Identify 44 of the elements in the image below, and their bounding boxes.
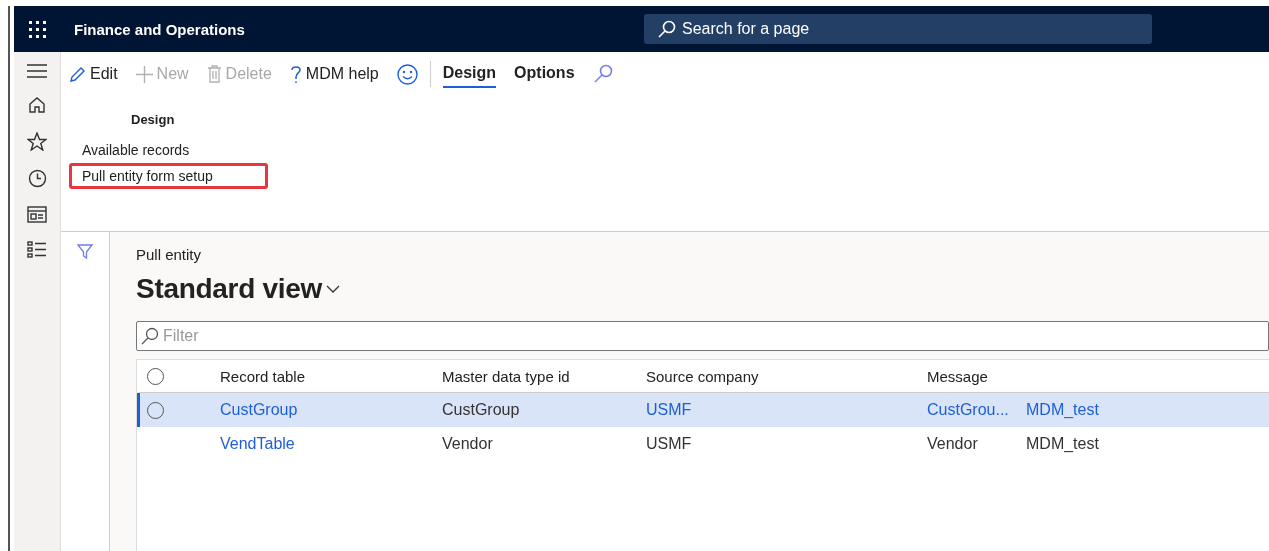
table-link[interactable]: CustGroup — [220, 401, 442, 419]
table-cell-text: Vendor — [442, 435, 494, 453]
home-icon[interactable] — [28, 96, 46, 114]
clock-icon[interactable] — [27, 169, 47, 188]
filter-icon[interactable] — [77, 244, 93, 260]
column-header[interactable]: Source company — [646, 367, 927, 385]
table-cell-text: MDM_test — [1026, 435, 1100, 453]
table-cell-text: USMF — [646, 435, 693, 453]
table-link[interactable]: VendTable — [220, 435, 442, 453]
help-button[interactable]: MDM help — [289, 64, 379, 84]
plus-icon — [135, 65, 153, 83]
filter-field[interactable]: Filter — [136, 321, 1269, 351]
menu-icon[interactable] — [27, 64, 47, 78]
edit-button[interactable]: Edit — [69, 65, 118, 83]
search-icon[interactable] — [592, 64, 613, 84]
page-caption: Pull entity — [136, 246, 203, 263]
chevron-down-icon[interactable] — [325, 285, 340, 293]
view-title[interactable]: Standard view — [136, 273, 322, 305]
star-icon[interactable] — [27, 132, 47, 151]
search-icon — [658, 20, 676, 38]
pencil-icon — [69, 65, 86, 83]
table-cell-text: Vendor — [927, 435, 979, 453]
smiley-icon[interactable] — [396, 63, 418, 85]
tab[interactable]: Options — [514, 60, 575, 88]
menu-item[interactable]: Available records — [69, 137, 203, 163]
app-title: Finance and Operations — [74, 20, 246, 38]
menu-item[interactable]: Pull entity form setup — [69, 163, 268, 189]
column-header[interactable]: Message — [927, 367, 1026, 385]
table-row[interactable]: CustGroup CustGroup USMF CustGrou... MDM_test — [137, 393, 1269, 427]
table-row[interactable]: VendTable Vendor USMF Vendor MDM_test — [137, 427, 1269, 461]
search-field[interactable]: Search for a page — [644, 14, 1152, 44]
app-launcher-icon[interactable] — [28, 20, 46, 38]
workspace-icon[interactable] — [27, 206, 47, 223]
table-link[interactable]: USMF — [646, 401, 927, 419]
column-header[interactable]: Record table — [220, 367, 442, 385]
table-link[interactable]: CustGrou... — [927, 401, 1026, 419]
group-title: Design — [131, 112, 176, 127]
tab[interactable]: Design — [442, 60, 497, 88]
table-cell-text: CustGroup — [442, 401, 521, 419]
list-icon[interactable] — [27, 241, 47, 259]
question-icon — [289, 64, 302, 84]
column-header[interactable]: Master data type id — [442, 367, 646, 385]
table-link[interactable]: MDM_test — [1026, 401, 1269, 419]
trash-icon — [206, 65, 222, 83]
